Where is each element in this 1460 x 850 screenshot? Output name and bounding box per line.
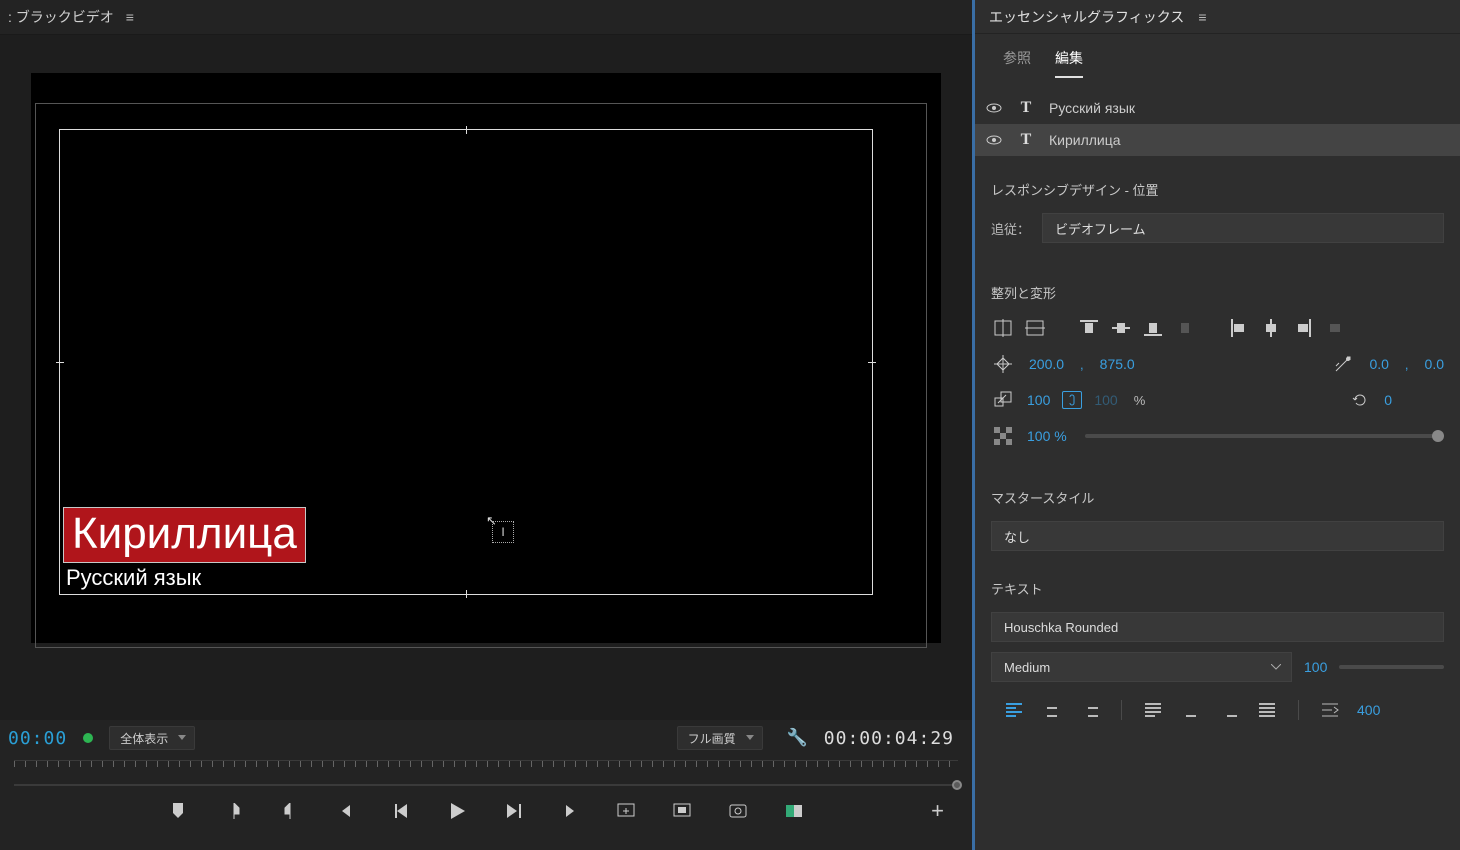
type-tool-cursor: ↖ I [486, 513, 516, 543]
position-icon [991, 352, 1015, 376]
layer-name: Кириллица [1049, 132, 1121, 148]
align-left-text-icon[interactable] [1003, 701, 1025, 719]
text-layer-selected[interactable]: Кириллица [63, 507, 306, 563]
distribute-h-icon[interactable] [1173, 316, 1197, 340]
text-layer-subtitle[interactable]: Русский язык [66, 565, 201, 591]
master-style-section: マスタースタイル なし [975, 464, 1460, 555]
quality-dropdown[interactable]: フル画質 [677, 726, 763, 750]
font-weight-dropdown[interactable]: Medium [991, 652, 1292, 682]
layer-name: Русский язык [1049, 100, 1135, 116]
canvas[interactable]: Кириллица Русский язык ↖ I [31, 73, 941, 643]
responsive-heading: レスポンシブデザイン - 位置 [991, 180, 1444, 199]
align-center-horizontal-icon[interactable] [991, 316, 1015, 340]
step-back-icon[interactable] [391, 800, 413, 822]
align-right-icon[interactable] [1291, 316, 1315, 340]
play-icon[interactable] [447, 800, 469, 822]
font-size-value[interactable]: 100 [1304, 659, 1327, 675]
tab-edit[interactable]: 編集 [1055, 48, 1083, 78]
opacity-value[interactable]: 100 % [1027, 428, 1067, 444]
position-y[interactable]: 875.0 [1100, 356, 1135, 372]
transport-controls: 00:00 全体表示 フル画質 🔧 00:00:04:29 [0, 720, 972, 850]
align-hcenter-icon[interactable] [1259, 316, 1283, 340]
timecode-right[interactable]: 00:00:04:29 [824, 728, 954, 749]
panel-title: エッセンシャルグラフィックス ≡ [975, 0, 1460, 34]
text-heading: テキスト [991, 579, 1444, 598]
align-transform-section: 整列と変形 200.0, 875.0 [975, 259, 1460, 464]
align-center-text-icon[interactable] [1041, 701, 1063, 719]
leading-value[interactable]: 400 [1357, 702, 1380, 718]
align-right-text-icon[interactable] [1079, 701, 1101, 719]
visibility-eye-icon[interactable] [985, 131, 1003, 149]
scale-icon [991, 388, 1015, 412]
tab-browse[interactable]: 参照 [1003, 48, 1031, 78]
responsive-section: レスポンシブデザイン - 位置 追従： ビデオフレーム [975, 156, 1460, 259]
opacity-icon [991, 424, 1015, 448]
font-size-slider[interactable] [1339, 665, 1444, 669]
layer-item[interactable]: T Русский язык [975, 92, 1460, 124]
follow-dropdown[interactable]: ビデオフレーム [1042, 213, 1444, 243]
overwrite-icon[interactable] [671, 800, 693, 822]
link-scale-toggle[interactable] [1062, 391, 1082, 409]
align-vcenter-icon[interactable] [1109, 316, 1133, 340]
step-forward-icon[interactable] [503, 800, 525, 822]
align-center-vertical-icon[interactable] [1023, 316, 1047, 340]
panel-menu-icon[interactable]: ≡ [126, 9, 134, 25]
layer-list: T Русский язык T Кириллица [975, 92, 1460, 156]
text-layer-icon: T [1017, 99, 1035, 117]
opacity-slider[interactable] [1085, 434, 1444, 438]
align-heading: 整列と変形 [991, 283, 1444, 302]
program-monitor[interactable]: Кириллица Русский язык ↖ I [0, 34, 972, 720]
mark-in-point-icon[interactable] [223, 800, 245, 822]
anchor-y[interactable]: 0.0 [1425, 356, 1444, 372]
justify-right-icon[interactable] [1218, 701, 1240, 719]
scrub-bar[interactable] [14, 778, 958, 792]
align-top-icon[interactable] [1077, 316, 1101, 340]
anchor-x[interactable]: 0.0 [1369, 356, 1388, 372]
font-family-dropdown[interactable]: Houschka Rounded [991, 612, 1444, 642]
panel-tabs: 参照 編集 [975, 34, 1460, 78]
zoom-fit-dropdown[interactable]: 全体表示 [109, 726, 195, 750]
align-left-icon[interactable] [1227, 316, 1251, 340]
master-style-heading: マスタースタイル [991, 488, 1444, 507]
scrub-handle[interactable] [952, 780, 962, 790]
go-to-in-icon[interactable] [335, 800, 357, 822]
text-layer-icon: T [1017, 131, 1035, 149]
time-ruler[interactable] [14, 760, 958, 778]
go-to-out-icon[interactable] [559, 800, 581, 822]
follow-label: 追従： [991, 219, 1030, 238]
export-frame-icon[interactable] [727, 800, 749, 822]
anchor-icon [1331, 352, 1355, 376]
layer-item-selected[interactable]: T Кириллица [975, 124, 1460, 156]
rotation-icon [1348, 388, 1372, 412]
position-x[interactable]: 200.0 [1029, 356, 1064, 372]
panel-menu-icon[interactable]: ≡ [1198, 9, 1206, 25]
justify-left-icon[interactable] [1142, 701, 1164, 719]
rotation-value[interactable]: 0 [1384, 392, 1392, 408]
comparison-view-icon[interactable] [783, 800, 805, 822]
timecode-left[interactable]: 00:00 [8, 728, 67, 749]
align-bottom-icon[interactable] [1141, 316, 1165, 340]
scale-unit: % [1134, 393, 1146, 408]
justify-all-icon[interactable] [1256, 701, 1278, 719]
visibility-eye-icon[interactable] [985, 99, 1003, 117]
button-editor-plus-icon[interactable]: + [931, 798, 944, 824]
distribute-v-icon[interactable] [1323, 316, 1347, 340]
insert-icon[interactable] [615, 800, 637, 822]
master-style-dropdown[interactable]: なし [991, 521, 1444, 551]
tab-indent-icon[interactable] [1319, 701, 1341, 719]
settings-wrench-icon[interactable]: 🔧 [787, 728, 808, 748]
mark-out-point-icon[interactable] [279, 800, 301, 822]
source-title-label: : ブラックビデオ [8, 7, 114, 27]
text-section: テキスト Houschka Rounded Medium 100 [975, 555, 1460, 720]
status-dot-icon [83, 733, 93, 743]
mark-in-icon[interactable] [167, 800, 189, 822]
justify-center-icon[interactable] [1180, 701, 1202, 719]
scale-h[interactable]: 100 [1094, 392, 1117, 408]
source-title: : ブラックビデオ ≡ [0, 0, 972, 34]
scale-w[interactable]: 100 [1027, 392, 1050, 408]
